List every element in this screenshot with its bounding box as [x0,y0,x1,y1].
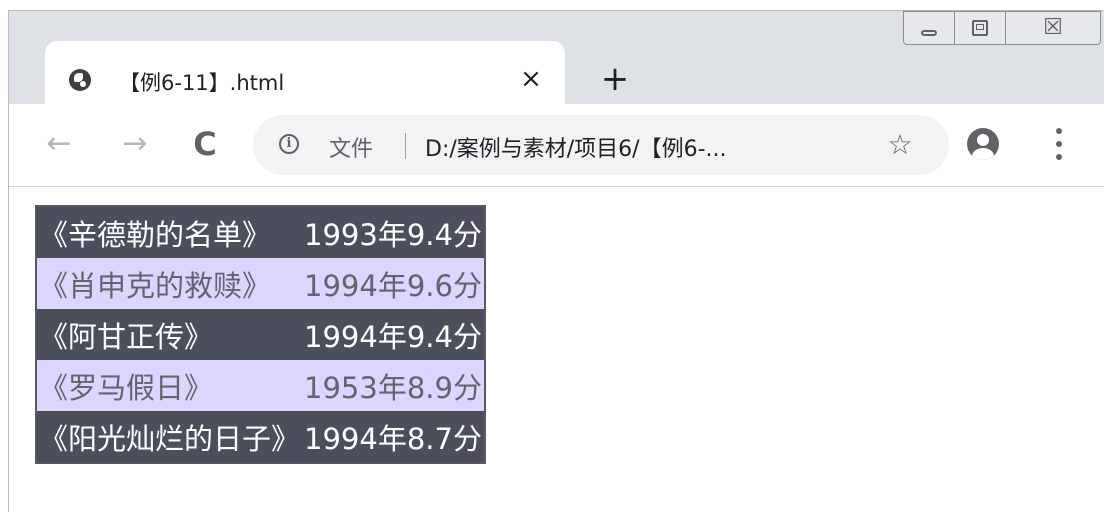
browser-toolbar: ← → C i 文件 D:/案例与素材/项目6/【例6-... ☆ [9,104,1104,187]
account-icon[interactable] [967,128,999,160]
maximize-button[interactable] [954,11,1006,45]
reload-button[interactable]: C [187,126,223,162]
window-border [8,10,9,512]
movie-info-cell: 1994年8.7分 [302,411,485,463]
address-bar[interactable]: i 文件 D:/案例与素材/项目6/【例6-... ☆ [253,115,949,175]
globe-icon [69,69,91,91]
tab-close-button[interactable]: × [515,63,547,95]
movie-title-cell: 《罗马假日》 [36,360,303,411]
movie-info-cell: 1953年8.9分 [302,360,485,411]
info-icon[interactable]: i [279,134,299,154]
file-scheme-label: 文件 [329,137,374,162]
movie-info-cell: 1993年9.4分 [302,206,485,258]
minimize-icon [921,30,937,36]
table-row: 《阳光灿烂的日子》 1994年8.7分 [36,411,485,463]
table-row: 《肖申克的救赎》 1994年9.6分 [36,258,485,309]
menu-dot [1056,128,1062,134]
maximize-icon [972,20,988,36]
movie-title-cell: 《阳光灿烂的日子》 [36,411,303,463]
url-text[interactable]: D:/案例与素材/项目6/【例6-... [425,131,727,163]
bookmark-star-icon[interactable]: ☆ [883,128,917,162]
movie-title-cell: 《辛德勒的名单》 [36,206,303,258]
window-close-button[interactable]: ☒ [1005,11,1101,45]
table-row: 《阿甘正传》 1994年9.4分 [36,309,485,360]
table-row: 《罗马假日》 1953年8.9分 [36,360,485,411]
table-row: 《辛德勒的名单》 1993年9.4分 [36,206,485,258]
tab-title: 【例6-11】.html [119,71,285,95]
movie-info-cell: 1994年9.4分 [302,309,485,360]
menu-dots-icon[interactable] [1049,126,1069,162]
browser-window: 【例6-11】.html × + ☒ ← → C i 文件 D:/案例与素材/项… [0,0,1104,512]
close-icon: ☒ [1043,15,1063,40]
forward-button[interactable]: → [117,126,153,162]
movie-info-cell: 1994年9.6分 [302,258,485,309]
window-border [8,10,1104,11]
movie-title-cell: 《肖申克的救赎》 [36,258,303,309]
page-content: 《辛德勒的名单》 1993年9.4分 《肖申克的救赎》 1994年9.6分 《阿… [9,187,1104,512]
menu-dot [1056,141,1062,147]
minimize-button[interactable] [903,11,955,45]
menu-dot [1056,154,1062,160]
window-controls: ☒ [903,11,1101,47]
movie-title-cell: 《阿甘正传》 [36,309,303,360]
movie-table: 《辛德勒的名单》 1993年9.4分 《肖申克的救赎》 1994年9.6分 《阿… [35,205,486,464]
back-button[interactable]: ← [41,126,77,162]
new-tab-button[interactable]: + [597,61,633,97]
omnibox-divider [405,133,406,159]
